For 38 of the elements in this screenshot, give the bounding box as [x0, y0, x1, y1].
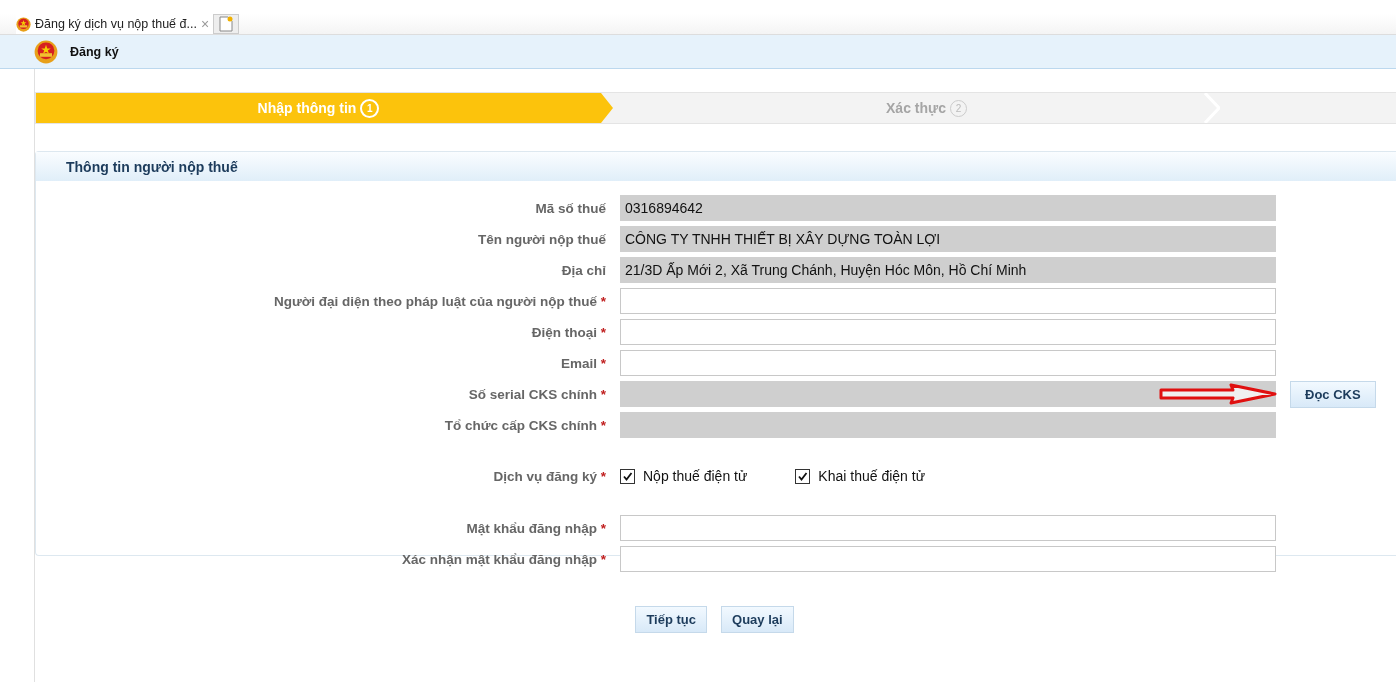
readonly-field[interactable]: CÔNG TY TNHH THIẾT BỊ XÂY DỰNG TOÀN LỢI — [620, 226, 1276, 252]
field-label: Mật khẩu đăng nhập * — [465, 520, 607, 536]
field-label: Email * — [559, 355, 607, 371]
emblem-icon — [16, 16, 31, 32]
field-label: Địa chỉ — [560, 262, 607, 278]
readonly-field[interactable] — [620, 412, 1276, 438]
checkbox-label: Khai thuế điện tử — [818, 468, 925, 484]
tab-title: Đăng ký dịch vụ nộp thuế đ... — [35, 17, 197, 31]
input-field[interactable] — [620, 515, 1276, 541]
step-number: 1 — [360, 98, 380, 118]
input-field[interactable] — [620, 288, 1276, 314]
field-label: Tổ chức cấp CKS chính * — [443, 417, 607, 433]
panel-title: Thông tin người nộp thuế — [36, 152, 1396, 181]
input-field[interactable] — [620, 546, 1276, 572]
page-title: Đăng ký — [70, 44, 119, 59]
new-tab-button[interactable] — [213, 14, 240, 34]
readonly-field[interactable]: 21/3D Ấp Mới 2, Xã Trung Chánh, Huyện Hóc Môn, Hồ Chí Minh — [620, 257, 1276, 283]
action-button[interactable]: Tiếp tục — [635, 606, 707, 633]
checkbox[interactable] — [620, 468, 635, 484]
readonly-field[interactable] — [620, 381, 1276, 407]
field-label: Điện thoại * — [530, 324, 607, 340]
action-button[interactable]: Quay lại — [721, 606, 794, 633]
chevron-icon — [601, 93, 613, 123]
input-field[interactable] — [620, 350, 1276, 376]
field-label: Mã số thuế — [534, 200, 607, 216]
checkbox[interactable] — [795, 468, 811, 484]
readonly-field[interactable]: 0316894642 — [620, 195, 1276, 221]
field-label: Tên người nộp thuế — [476, 231, 607, 247]
read-button[interactable]: Đọc CKS — [1290, 380, 1376, 408]
emblem-icon — [34, 39, 58, 64]
field-label: Xác nhận mật khẩu đăng nhập * — [400, 551, 607, 567]
field-label: Người đại diện theo pháp luật của người nộp thuế * — [272, 293, 607, 309]
checkbox-label: Nộp thuế điện tử — [643, 468, 748, 484]
arrow-icon — [1158, 382, 1278, 405]
field-label: Dịch vụ đăng ký * — [492, 468, 607, 484]
input-field[interactable] — [620, 319, 1276, 345]
field-label: Số serial CKS chính * — [467, 386, 607, 402]
browser-tab[interactable]: Đăng ký dịch vụ nộp thuế đ... × — [16, 14, 214, 34]
